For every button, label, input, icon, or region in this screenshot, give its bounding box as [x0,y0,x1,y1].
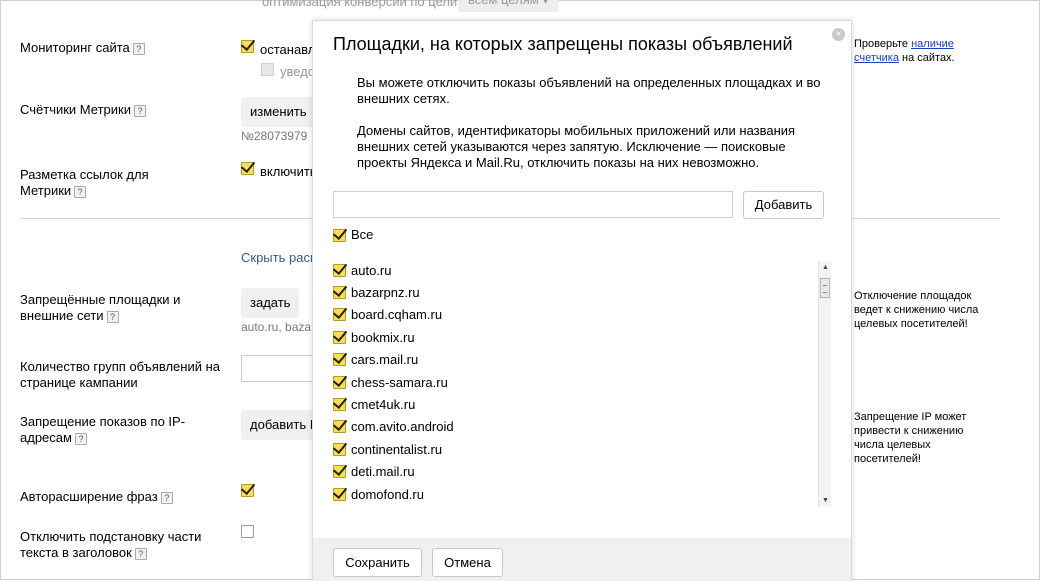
select-all-label: Все [351,227,374,242]
site-checkbox[interactable] [333,263,346,277]
list-item[interactable]: chess-samara.ru [333,371,833,393]
help-icon[interactable]: ? [160,491,173,504]
help-icon[interactable]: ? [134,547,147,560]
list-item[interactable]: deti.mail.ru [333,461,833,483]
site-checkbox[interactable] [333,353,346,367]
site-checkbox[interactable] [333,465,346,479]
close-icon[interactable]: × [832,28,845,41]
list-item[interactable]: domofond.ru [333,483,833,505]
monitoring-stop-checkbox[interactable] [241,40,254,56]
scroll-up-icon[interactable]: ▲ [819,261,832,274]
list-item[interactable]: board.cqham.ru [333,304,833,326]
ip-ban-label: Запрещение показов по IP-адресам? [20,414,186,445]
dialog-footer: Сохранить Отмена [313,538,851,581]
list-item[interactable]: cars.mail.ru [333,349,833,371]
site-checkbox[interactable] [333,398,346,412]
groups-count-input[interactable] [241,355,321,382]
ip-ban-add-button[interactable]: добавить I [241,410,323,440]
banned-sites-set-button[interactable]: задать [241,288,300,318]
counters-label: Счётчики Метрики? [20,102,146,118]
list-item[interactable]: cmet4uk.ru [333,393,833,415]
site-checkbox[interactable] [333,286,346,300]
site-checkbox[interactable] [333,308,346,322]
list-item[interactable]: com.avito.android [333,416,833,438]
list-item[interactable]: bazarpnz.ru [333,281,833,303]
markup-option-label: включить [260,164,317,179]
sites-list-scrollbar[interactable]: ▲ ▼ [818,261,831,507]
site-checkbox[interactable] [333,330,346,344]
autoexpand-label: Авторасширение фраз? [20,489,173,505]
help-icon[interactable]: ? [74,432,87,445]
list-item[interactable]: bookmix.ru [333,326,833,348]
monitoring-notify-checkbox[interactable] [261,63,274,79]
list-item[interactable]: continentalist.ru [333,438,833,460]
hide-advanced-link[interactable]: Скрыть расш [241,250,320,265]
dialog-title: Площадки, на которых запрещены показы об… [333,34,793,54]
dialog-description-1: Вы можете отключить показы объявлений на… [357,75,821,106]
goals-dropdown[interactable]: всем целям ▾ [458,0,559,12]
counter-number: №28073979 [241,129,308,143]
sites-list: auto.ru bazarpnz.ru board.cqham.ru bookm… [333,259,833,509]
help-icon[interactable]: ? [106,310,119,323]
scroll-down-icon[interactable]: ▼ [819,494,832,507]
ip-note: Запрещение IP может привести к снижению … [854,411,967,465]
select-all-row[interactable]: Все [333,227,373,243]
monitoring-notify-label: уведо [280,64,316,79]
scroll-thumb[interactable] [820,278,830,298]
conversion-goal-text: оптимизация конверсии по цели [262,0,458,9]
site-input[interactable] [333,191,733,218]
counters-edit-button[interactable]: изменить [241,97,316,127]
dialog-description-2: Домены сайтов, идентификаторы мобильных … [357,123,796,170]
banned-sites-label: Запрещённые площадки и внешние сети? [20,292,181,323]
banned-sites-dialog: Площадки, на которых запрещены показы об… [312,20,852,581]
banned-sites-value: auto.ru, baza [241,320,312,334]
site-checkbox[interactable] [333,420,346,434]
select-all-checkbox[interactable] [333,228,346,242]
monitoring-label: Мониторинг сайта? [20,40,145,56]
site-checkbox[interactable] [333,487,346,501]
substitution-checkbox[interactable] [241,525,254,541]
markup-checkbox[interactable] [241,162,254,178]
help-icon[interactable]: ? [132,42,145,55]
banned-note: Отключение площадок ведет к снижению чис… [854,290,979,330]
counter-note: Проверьте наличие счетчика на сайтах. [854,38,955,64]
add-site-button[interactable]: Добавить [743,191,824,219]
site-checkbox[interactable] [333,442,346,456]
list-item[interactable]: auto.ru [333,259,833,281]
help-icon[interactable]: ? [133,104,146,117]
markup-label: Разметка ссылок для Метрики? [20,167,149,198]
save-button[interactable]: Сохранить [333,548,422,577]
substitution-label: Отключить подстановку части текста в заг… [20,529,202,560]
cancel-button[interactable]: Отмена [432,548,503,577]
groups-count-label: Количество групп объявлений на странице … [20,359,220,390]
help-icon[interactable]: ? [74,185,87,198]
site-checkbox[interactable] [333,375,346,389]
autoexpand-checkbox[interactable] [241,484,254,500]
monitoring-stop-label: останавл [260,42,316,57]
